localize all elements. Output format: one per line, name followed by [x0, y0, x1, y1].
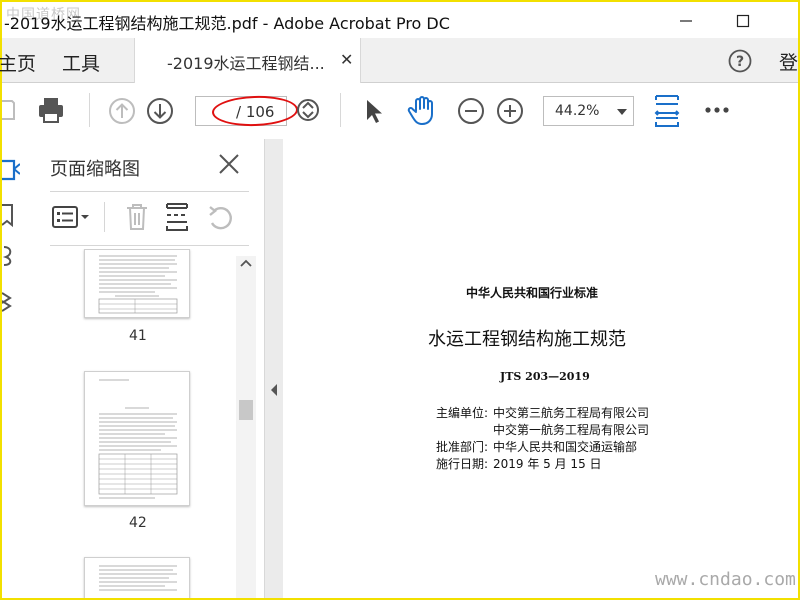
delete-icon[interactable] [124, 202, 150, 232]
thumbnail-scrollbar[interactable] [236, 256, 256, 598]
left-nav-strip [2, 139, 29, 598]
thumbnail-page-43[interactable] [84, 557, 190, 598]
menu-bar: 主页 工具 ? 登 [0, 38, 798, 83]
tab-document-label: -2019水运工程钢结... [167, 54, 325, 73]
thumbnail-panel: 页面缩略图 41 42 [28, 139, 264, 598]
insert-page-icon[interactable] [165, 202, 191, 232]
thumbnail-page-41[interactable] [84, 249, 190, 318]
scroll-up-icon[interactable] [240, 258, 252, 268]
doc-approver-label: 批准部门: [436, 440, 489, 454]
scroll-thumb[interactable] [239, 400, 253, 420]
zoom-out-icon[interactable] [457, 97, 485, 125]
previous-page-icon[interactable] [108, 97, 136, 125]
chevron-down-icon [617, 109, 627, 115]
maximize-button[interactable] [729, 10, 757, 32]
thumbnail-list: 41 42 [28, 249, 264, 598]
menu-tools[interactable]: 工具 [62, 49, 100, 76]
tab-document[interactable]: -2019水运工程钢结... ✕ [134, 38, 361, 83]
rotate-icon[interactable] [207, 205, 235, 233]
page-preview [99, 565, 177, 591]
thumbnail-options-icon[interactable] [52, 205, 92, 229]
collapse-panel-icon[interactable] [269, 383, 279, 397]
layers-icon[interactable] [2, 289, 16, 315]
window-title: -2019水运工程钢结构施工规范.pdf - Adobe Acrobat Pro… [4, 14, 450, 33]
fit-page-icon[interactable] [654, 94, 680, 128]
doc-editor-2: 中交第一航务工程局有限公司 [493, 423, 650, 437]
print-icon[interactable] [36, 95, 66, 125]
attachments-icon[interactable] [2, 243, 16, 269]
page-thumbnails-icon[interactable] [2, 157, 20, 187]
thumbnail-page-number: 42 [129, 515, 147, 531]
more-icon[interactable] [704, 105, 730, 115]
page-preview [98, 379, 178, 499]
doc-editor-label: 主编单位: [436, 406, 489, 420]
select-tool-icon[interactable] [362, 97, 386, 125]
toolbar: / 106 44.2% [2, 83, 798, 140]
svg-text:?: ? [736, 54, 744, 70]
login-link[interactable]: 登 [779, 48, 798, 75]
panel-splitter[interactable] [264, 139, 284, 598]
zoom-value: 44.2% [555, 103, 600, 119]
minimize-button[interactable] [672, 10, 700, 32]
document-view[interactable]: 中华人民共和国行业标准 水运工程钢结构施工规范 JTS 203—2019 主编单… [283, 139, 798, 598]
doc-date: 2019 年 5 月 15 日 [493, 457, 602, 471]
help-icon[interactable]: ? [728, 49, 752, 73]
close-icon[interactable] [218, 153, 240, 175]
next-page-icon[interactable] [146, 97, 174, 125]
watermark-bottom: www.cndao.com [655, 569, 796, 590]
panel-title: 页面缩略图 [50, 159, 140, 180]
thumbnail-page-42[interactable] [84, 371, 190, 506]
doc-title: 水运工程钢结构施工规范 [428, 329, 626, 350]
save-icon[interactable] [2, 97, 16, 123]
doc-editor-1: 中交第三航务工程局有限公司 [493, 406, 650, 420]
doc-subtitle: 中华人民共和国行业标准 [466, 286, 599, 300]
page-scroll-icon[interactable] [295, 97, 321, 123]
page-preview [98, 255, 178, 314]
bookmarks-icon[interactable] [2, 203, 16, 229]
zoom-in-icon[interactable] [496, 97, 524, 125]
thumbnail-page-number: 41 [129, 328, 147, 344]
close-tab-icon[interactable]: ✕ [340, 50, 353, 69]
zoom-select[interactable]: 44.2% [543, 96, 634, 126]
doc-approver: 中华人民共和国交通运输部 [493, 440, 638, 454]
minimize-icon [680, 20, 692, 22]
maximize-icon [736, 14, 750, 28]
doc-date-label: 施行日期: [436, 457, 489, 471]
title-bar: 中国道桥网 -2019水运工程钢结构施工规范.pdf - Adobe Acrob… [2, 2, 798, 38]
menu-home[interactable]: 主页 [0, 49, 36, 76]
doc-code: JTS 203—2019 [500, 370, 590, 383]
hand-tool-icon[interactable] [406, 94, 438, 126]
